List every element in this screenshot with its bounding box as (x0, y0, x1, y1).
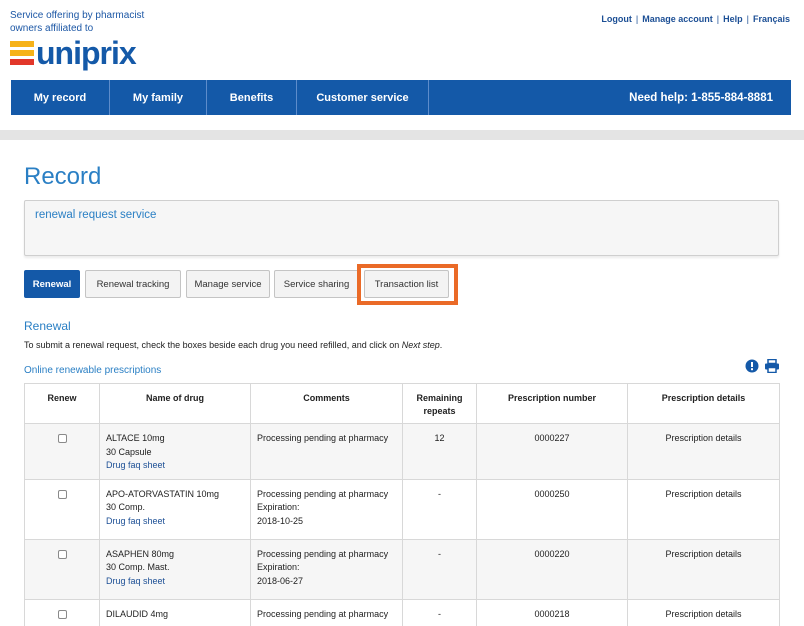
drug-faq-link[interactable]: Drug faq sheet (106, 459, 244, 473)
header: Service offering by pharmacist owners af… (0, 0, 804, 130)
comment-text: Processing pending at pharmacy (257, 548, 389, 559)
tab-renewal[interactable]: Renewal (24, 270, 80, 298)
tab-renewal-tracking[interactable]: Renewal tracking (85, 270, 181, 298)
repeats-cell: - (402, 598, 477, 626)
prescription-number: 0000218 (476, 598, 628, 626)
manage-account-link[interactable]: Manage account (642, 14, 713, 24)
repeats-cell: - (402, 538, 477, 600)
drug-name: DILAUDID 4mg (106, 608, 169, 619)
repeats-cell: - (402, 478, 477, 540)
comment-cell: Processing pending at pharmacy (250, 598, 403, 626)
renew-checkbox[interactable] (57, 609, 67, 619)
nav-benefits[interactable]: Benefits (207, 80, 297, 115)
separator: | (716, 14, 720, 24)
transaction-list-highlight (357, 264, 458, 305)
instructions-end: . (439, 340, 443, 350)
drug-name: ALTACE 10mg (106, 433, 165, 443)
prescription-details-link[interactable]: Prescription details (627, 598, 780, 626)
comment-text: Processing pending at pharmacy (257, 488, 389, 499)
nav-my-record[interactable]: My record (11, 80, 110, 115)
drug-cell: ASAPHEN 80mg 30 Comp. Mast. Drug faq she… (99, 538, 251, 600)
drug-form: 30 Comp. Mast. (106, 562, 170, 572)
help-phone: Need help: 1-855-884-8881 (629, 91, 773, 104)
table-row: ALTACE 10mg 30 Capsule Drug faq sheet Pr… (24, 423, 780, 480)
col-comments: Comments (250, 383, 403, 424)
online-renewable-label: Online renewable prescriptions (24, 365, 162, 376)
prescription-details-link[interactable]: Prescription details (627, 478, 780, 540)
nav-my-family[interactable]: My family (110, 80, 207, 115)
instructions-next-step: Next step (401, 340, 440, 350)
drug-faq-link[interactable]: Drug faq sheet (106, 575, 244, 589)
help-link[interactable]: Help (723, 14, 743, 24)
comment-cell: Processing pending at pharmacy Expiratio… (250, 538, 403, 600)
expiration-date: 2018-10-25 (257, 515, 304, 526)
comment-cell: Processing pending at pharmacy (250, 423, 403, 480)
info-icon[interactable] (745, 359, 759, 373)
drug-cell: APO-ATORVASTATIN 10mg 30 Comp. Drug faq … (99, 478, 251, 540)
table-header-row: Renew Name of drug Comments Remaining re… (24, 383, 780, 424)
drug-name: APO-ATORVASTATIN 10mg (106, 488, 220, 499)
comment-text: Processing pending at pharmacy (257, 433, 389, 443)
separator: | (746, 14, 749, 24)
renew-cell (24, 478, 100, 540)
col-drug-name: Name of drug (99, 383, 251, 424)
col-remaining-repeats: Remaining repeats (402, 383, 477, 424)
page-title: Record (24, 163, 102, 190)
main-nav: My record My family Benefits Customer se… (11, 80, 791, 115)
comment-text: Processing pending at pharmacy (257, 608, 389, 619)
expiration-label: Expiration: (257, 502, 300, 512)
renew-cell (24, 538, 100, 600)
top-links: Logout | Manage account | Help | Français (601, 14, 790, 24)
drug-cell: DILAUDID 4mg (99, 598, 251, 626)
comment-cell: Processing pending at pharmacy Expiratio… (250, 478, 403, 540)
service-name: renewal request service (35, 209, 157, 221)
drug-name: ASAPHEN 80mg (106, 548, 175, 559)
uniprix-logo[interactable]: uniprix (10, 37, 160, 73)
tab-manage-service[interactable]: Manage service (186, 270, 270, 298)
renewal-section-title: Renewal (24, 319, 71, 333)
logo-wordmark: uniprix (36, 37, 137, 71)
table-row: ASAPHEN 80mg 30 Comp. Mast. Drug faq she… (24, 538, 780, 600)
header-divider (0, 130, 804, 140)
drug-form: 30 Capsule (106, 446, 152, 457)
service-selector[interactable]: renewal request service (24, 200, 779, 256)
expiration-label: Expiration: (257, 562, 300, 572)
drug-form: 30 Comp. (106, 502, 146, 512)
logout-link[interactable]: Logout (601, 14, 632, 24)
prescription-details-link[interactable]: Prescription details (627, 423, 780, 480)
repeats-cell: 12 (402, 423, 477, 480)
instructions-text: To submit a renewal request, check the b… (24, 340, 402, 350)
prescription-number: 0000220 (476, 538, 628, 600)
tab-service-sharing[interactable]: Service sharing (274, 270, 359, 298)
separator: | (635, 14, 639, 24)
print-icon[interactable] (764, 359, 780, 373)
renew-checkbox[interactable] (57, 549, 67, 559)
drug-faq-link[interactable]: Drug faq sheet (106, 515, 244, 529)
renew-checkbox[interactable] (57, 489, 67, 499)
renew-checkbox[interactable] (57, 434, 67, 443)
drug-cell: ALTACE 10mg 30 Capsule Drug faq sheet (99, 423, 251, 480)
table-row: DILAUDID 4mg Processing pending at pharm… (24, 598, 780, 626)
prescription-details-link[interactable]: Prescription details (627, 538, 780, 600)
nav-customer-service[interactable]: Customer service (297, 80, 429, 115)
renewal-instructions: To submit a renewal request, check the b… (24, 340, 442, 350)
renew-cell (24, 423, 100, 480)
col-prescription-details: Prescription details (627, 383, 780, 424)
prescriptions-table: Renew Name of drug Comments Remaining re… (24, 383, 780, 626)
prescription-number: 0000227 (476, 423, 628, 480)
brand-tagline: Service offering by pharmacist owners af… (10, 10, 145, 34)
table-row: APO-ATORVASTATIN 10mg 30 Comp. Drug faq … (24, 478, 780, 540)
language-link[interactable]: Français (753, 14, 790, 24)
col-prescription-number: Prescription number (476, 383, 628, 424)
expiration-date: 2018-06-27 (257, 575, 304, 586)
col-renew: Renew (24, 383, 100, 424)
prescription-number: 0000250 (476, 478, 628, 540)
renew-cell (24, 598, 100, 626)
